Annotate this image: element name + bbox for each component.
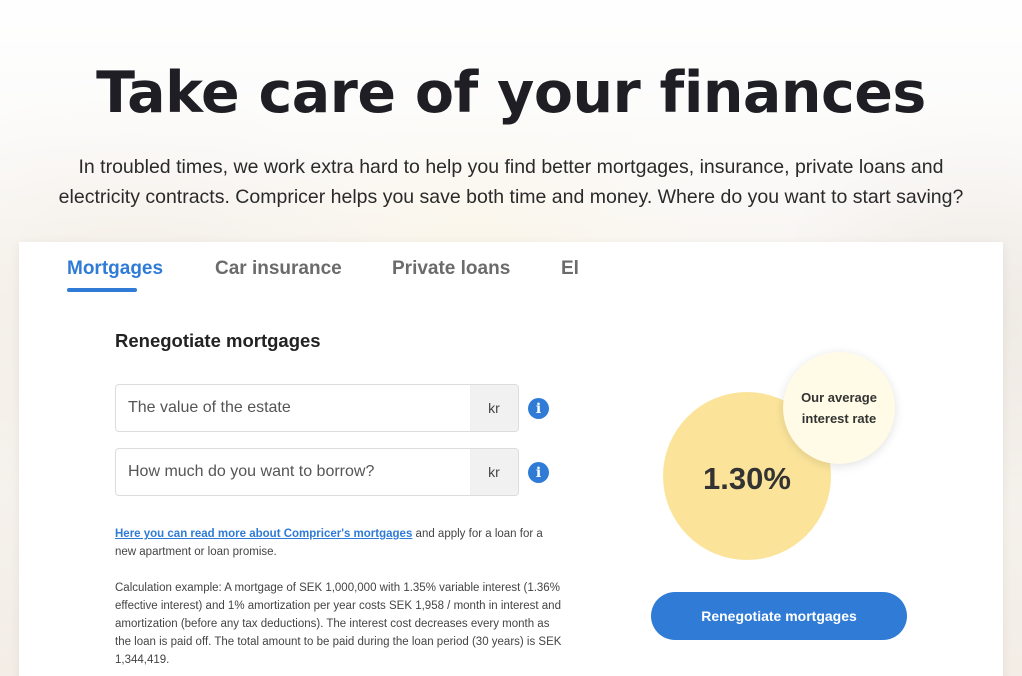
interest-rate-bubble-label: Our average interest rate [801, 390, 877, 426]
estate-value-unit: kr [470, 385, 518, 431]
read-more-mortgages-link[interactable]: Here you can read more about Compricer's… [115, 528, 412, 540]
interest-rate-bubble: Our average interest rate [783, 352, 895, 464]
hero-subtitle-line-2: electricity contracts. Compricer helps y… [58, 186, 964, 208]
renegotiate-mortgages-button[interactable]: Renegotiate mortgages [651, 592, 907, 640]
info-icon[interactable]: i [528, 462, 549, 483]
hero-subtitle: In troubled times, we work extra hard to… [20, 152, 1002, 212]
borrow-amount-unit: kr [470, 449, 518, 495]
calculation-example: Calculation example: A mortgage of SEK 1… [115, 582, 562, 666]
tab-el[interactable]: El [561, 258, 579, 280]
info-icon[interactable]: i [528, 398, 549, 419]
tab-car-insurance[interactable]: Car insurance [215, 258, 342, 280]
section-title: Renegotiate mortgages [115, 330, 321, 351]
tab-mortgages[interactable]: Mortgages [67, 258, 164, 292]
borrow-amount-input[interactable] [116, 449, 470, 495]
active-tab-indicator [67, 288, 137, 292]
interest-rate-value: 1.30% [703, 461, 791, 496]
estate-value-field: kr [115, 384, 519, 432]
mortgage-info-text: Here you can read more about Compricer's… [115, 525, 565, 561]
borrow-amount-field: kr [115, 448, 519, 496]
product-card: Mortgages Car insurance Private loans El… [19, 242, 1003, 676]
page-title: Take care of your finances [96, 60, 926, 126]
estate-value-input[interactable] [116, 385, 470, 431]
tab-mortgages-label: Mortgages [67, 258, 164, 279]
tab-private-loans[interactable]: Private loans [392, 258, 510, 280]
hero-subtitle-line-1: In troubled times, we work extra hard to… [78, 156, 944, 178]
